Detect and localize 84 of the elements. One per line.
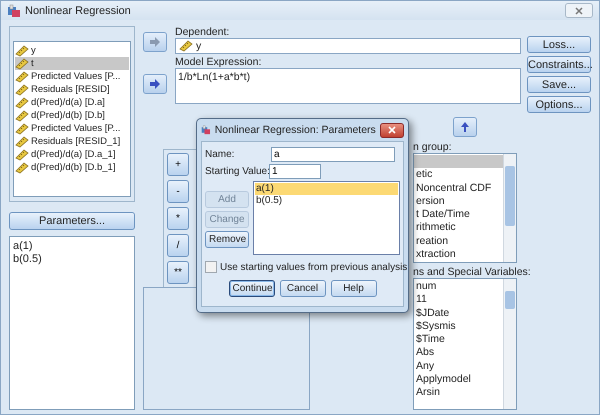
move-up-button[interactable] [453,117,477,137]
variable-item[interactable]: Residuals [RESID_1] [15,135,129,148]
function-group-item[interactable]: ersion [414,194,503,208]
name-label: Name: [205,149,236,160]
keypad-key[interactable]: - [167,180,189,203]
parameter-item[interactable]: a(1) [13,240,131,253]
keypad-key[interactable]: * [167,207,189,230]
window-title: Nonlinear Regression [25,4,131,16]
scrollbar[interactable] [503,154,516,262]
side-button[interactable]: Constraints... [527,56,591,73]
ruler-icon [15,110,29,122]
close-button[interactable] [380,122,404,138]
variable-item[interactable]: d(Pred)/d(a) [D.a_1] [15,148,129,161]
arrow-right-icon [149,79,161,89]
parameter-item[interactable]: a(1) [255,183,398,195]
keypad-key[interactable]: / [167,234,189,257]
variable-item[interactable]: d(Pred)/d(b) [D.b_1] [15,161,129,174]
function-group-label: n group: [413,141,452,153]
variable-item[interactable]: d(Pred)/d(a) [D.a] [15,96,129,109]
dependent-label: Dependent: [175,26,230,38]
model-expression-field[interactable]: 1/b*Ln(1+a*b*t) [175,68,521,104]
ruler-icon [15,84,29,96]
ruler-icon [15,136,29,148]
variable-item[interactable]: Predicted Values [P... [15,122,129,135]
checkbox[interactable] [205,261,217,273]
keypad-key[interactable]: ** [167,261,189,284]
checkbox-label: Use starting values from previous analysis [220,262,408,272]
close-button[interactable] [565,3,593,18]
function-group-item[interactable]: etic [414,168,503,182]
app-icon [7,4,21,18]
move-button[interactable] [143,74,167,94]
name-field[interactable]: a [271,147,395,162]
parameter-item[interactable]: b(0.5) [13,253,131,266]
function-item[interactable]: Arsin [414,386,503,400]
arrow-right-icon [149,37,161,47]
side-button[interactable]: Loss... [527,36,591,53]
function-item[interactable]: Any [414,360,503,374]
starting-value-label: Starting Value: [205,166,267,177]
variable-item[interactable]: t [15,57,129,70]
function-group-item[interactable]: rithmetic [414,221,503,235]
function-group-item[interactable]: xtraction [414,248,503,262]
keypad-key[interactable]: + [167,153,189,176]
ruler-icon [15,70,29,82]
model-expression-label: Model Expression: [175,56,262,68]
function-group-item[interactable] [414,155,503,168]
move-button[interactable] [143,32,167,52]
side-button[interactable]: Options... [527,96,591,113]
function-item[interactable]: Applymodel [414,373,503,386]
arrow-up-icon [460,121,470,133]
variable-item[interactable]: Predicted Values [P... [15,70,129,83]
variable-item[interactable]: y [15,44,129,57]
ruler-icon [15,96,29,108]
starting-value-field[interactable]: 1 [269,164,321,179]
dialog-button[interactable]: Help [330,280,376,297]
dialog-button[interactable]: Cancel [280,280,326,297]
close-icon [575,6,583,14]
functions-label: ns and Special Variables: [413,266,531,278]
ruler-icon [15,122,29,134]
function-item[interactable]: 11 [414,293,503,307]
side-button[interactable]: Save... [527,76,591,93]
list-action-button[interactable]: Remove [205,231,249,248]
parameter-item[interactable]: b(0.5) [255,195,398,207]
ruler-icon [15,44,29,56]
ruler-icon [179,40,193,52]
function-item[interactable]: $Time [414,333,503,346]
dialog-title: Nonlinear Regression: Parameters [214,124,376,136]
parameters-button[interactable]: Parameters... [9,212,135,230]
function-item[interactable]: $JDate [414,306,503,320]
scrollbar[interactable] [503,279,516,409]
function-group-item[interactable]: t Date/Time [414,208,503,222]
variable-item[interactable]: d(Pred)/d(b) [D.b] [15,109,129,122]
function-item[interactable]: $Sysmis [414,320,503,334]
function-item[interactable]: num [414,280,503,294]
close-icon [388,126,396,134]
function-group-item[interactable]: reation [414,234,503,248]
app-icon [201,123,211,137]
dependent-field[interactable]: y [175,38,521,54]
function-group-item[interactable]: Noncentral CDF [414,182,503,195]
variable-item[interactable]: Residuals [RESID] [15,83,129,96]
ruler-icon [15,58,29,70]
ruler-icon [15,148,29,160]
ruler-icon [15,162,29,174]
dialog-button[interactable]: Continue [228,280,274,297]
function-item[interactable]: Abs [414,346,503,360]
